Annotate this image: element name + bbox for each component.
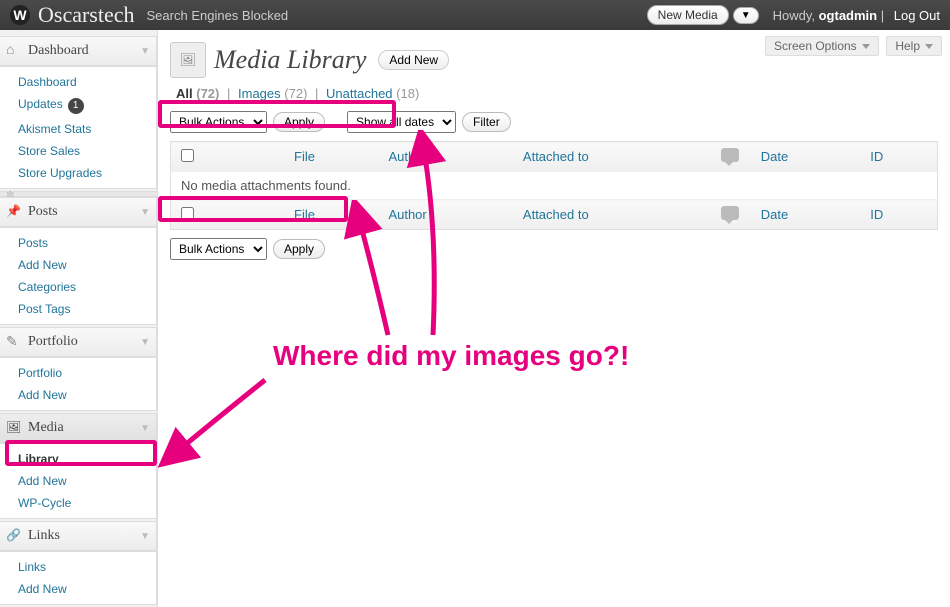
page-title: Media Library [214,45,366,75]
sidebar-item-dashboard[interactable]: Dashboard [0,71,156,93]
links-icon [6,528,22,544]
col-id[interactable]: ID [860,142,937,172]
admin-sidebar: Dashboard▼ Dashboard Updates1 Akismet St… [0,30,158,607]
content-area: Screen Options Help 🖼 Media Library Add … [158,30,950,607]
apply-button-top[interactable]: Apply [273,112,325,132]
screen-options-button[interactable]: Screen Options [765,36,879,56]
sidebar-item-post-tags[interactable]: Post Tags [0,298,156,320]
media-icon [6,420,22,436]
help-button[interactable]: Help [886,36,942,56]
col-date[interactable]: Date [751,142,860,172]
comments-icon[interactable] [721,148,739,162]
wp-logo-icon: W [10,5,30,25]
bulk-actions-select[interactable]: Bulk Actions [170,111,267,133]
no-items-row: No media attachments found. [171,172,938,200]
chevron-down-icon [925,44,933,49]
add-new-button[interactable]: Add New [378,50,449,70]
filter-all[interactable]: All (72) [176,86,219,101]
col-file[interactable]: File [284,142,378,172]
portfolio-icon [6,334,22,350]
new-media-dropdown[interactable]: ▼ [733,7,759,24]
new-media-button[interactable]: New Media [647,5,729,25]
sidebar-item-wp-cycle[interactable]: WP-Cycle [0,492,156,514]
annotation-text: Where did my images go?! [273,340,629,372]
updates-badge: 1 [68,98,84,114]
sidebar-item-links[interactable]: Links [0,556,156,578]
sidebar-item-categories[interactable]: Categories [0,276,156,298]
greeting: Howdy, ogtadmin | Log Out [773,8,940,23]
filter-button[interactable]: Filter [462,112,511,132]
dashboard-icon [6,43,22,59]
sidebar-item-library[interactable]: Library [0,448,156,470]
howdy-label: Howdy, [773,8,815,23]
sidebar-item-links-addnew[interactable]: Add New [0,578,156,600]
pin-icon [6,204,22,220]
menu-head-media[interactable]: Media▼ [0,413,157,443]
current-user[interactable]: ogtadmin [819,8,878,23]
filter-images[interactable]: Images (72) [238,86,307,101]
menu-head-dashboard[interactable]: Dashboard▼ [0,36,157,66]
menu-head-posts[interactable]: Posts▼ [0,197,157,227]
media-filters: All (72) | Images (72) | Unattached (18) [170,84,938,103]
media-table: File Author Attached to Date ID No media… [170,141,938,230]
sidebar-item-store-sales[interactable]: Store Sales [0,140,156,162]
select-all-bottom[interactable] [181,207,194,220]
menu-head-portfolio[interactable]: Portfolio▼ [0,327,157,357]
comments-icon[interactable] [721,206,739,220]
sidebar-item-posts[interactable]: Posts [0,232,156,254]
bulk-actions-select-bottom[interactable]: Bulk Actions [170,238,267,260]
logout-link[interactable]: Log Out [894,8,940,23]
date-filter-select[interactable]: Show all dates [347,111,456,133]
filter-unattached[interactable]: Unattached (18) [326,86,419,101]
sidebar-item-store-upgrades[interactable]: Store Upgrades [0,162,156,184]
menu-head-links[interactable]: Links▼ [0,521,157,551]
search-engines-blocked-label: Search Engines Blocked [147,8,289,23]
admin-bar: W Oscarstech Search Engines Blocked New … [0,0,950,30]
select-all-top[interactable] [181,149,194,162]
sidebar-item-akismet[interactable]: Akismet Stats [0,118,156,140]
site-title[interactable]: Oscarstech [38,2,135,28]
page-heading-icon: 🖼 [170,42,206,78]
col-attached[interactable]: Attached to [513,142,711,172]
sidebar-item-portfolio-addnew[interactable]: Add New [0,384,156,406]
sidebar-item-portfolio[interactable]: Portfolio [0,362,156,384]
sidebar-item-updates[interactable]: Updates1 [0,93,156,118]
chevron-down-icon [862,44,870,49]
sidebar-item-media-addnew[interactable]: Add New [0,470,156,492]
col-author[interactable]: Author [378,142,512,172]
sidebar-item-posts-addnew[interactable]: Add New [0,254,156,276]
apply-button-bottom[interactable]: Apply [273,239,325,259]
